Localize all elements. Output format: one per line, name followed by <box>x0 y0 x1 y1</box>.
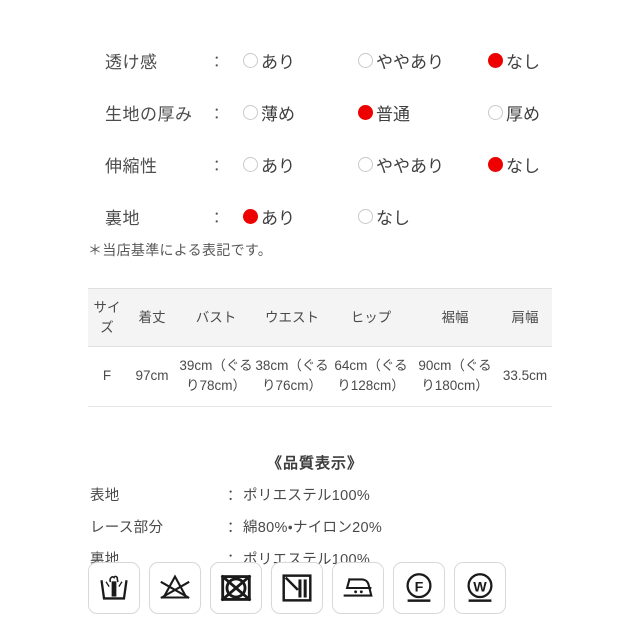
table-cell: 97cm <box>126 346 178 407</box>
table-header-row: サイズ 着丈 バスト ウエスト ヒップ 裾幅 肩幅 <box>88 287 552 348</box>
radio-option-stretch-2[interactable]: ややあり <box>358 152 488 177</box>
wetclean-w-mild-icon: W <box>454 562 506 614</box>
radio-option-label: ややあり <box>376 52 444 72</box>
radio-option-label: あり <box>261 52 295 72</box>
radio-option-sheerness-2[interactable]: ややあり <box>358 48 488 73</box>
column-header: バスト <box>178 287 254 348</box>
size-table-body: F 97cm 39cm（ぐるり78cm） 38cm（ぐるり76cm） 64cm（ぐるり1… <box>88 346 552 407</box>
radio-option-sheerness-3[interactable]: なし <box>488 48 608 73</box>
radio-option-thickness-2[interactable]: 普通 <box>358 100 488 125</box>
radio-option-label: 薄め <box>261 104 295 124</box>
radio-selected-icon <box>488 52 503 68</box>
quality-title: 《品質表示》 <box>266 455 363 472</box>
quality-value: 綿80%・ナイロン20% <box>243 520 383 536</box>
do-not-tumble-dry-icon <box>210 562 262 614</box>
standards-footnote: ＊当店基準による表記です。 <box>88 242 273 258</box>
size-table-head: サイズ 着丈 バスト ウエスト ヒップ 裾幅 肩幅 <box>88 287 552 348</box>
attribute-row-lining: 裏地 ： あり なし <box>0 190 640 242</box>
column-header: 裾幅 <box>412 287 498 348</box>
column-header: 着丈 <box>126 287 178 348</box>
radio-option-stretch-3[interactable]: なし <box>488 152 608 177</box>
radio-option-stretch-1[interactable]: あり <box>243 152 358 177</box>
hand-wash-icon <box>88 562 140 614</box>
radio-unselected-icon <box>358 156 373 172</box>
drip-dry-in-shade-icon <box>271 562 323 614</box>
quality-colon: ： <box>227 520 242 536</box>
radio-option-label: 普通 <box>376 104 410 124</box>
radio-option-label: あり <box>261 208 295 228</box>
radio-option-label: なし <box>506 156 540 176</box>
attribute-label: 伸縮性 <box>105 156 158 176</box>
table-cell: 38cm（ぐるり76cm） <box>254 346 330 407</box>
care-symbol-row: FW <box>88 562 506 614</box>
table-cell: F <box>88 346 126 407</box>
iron-medium-icon <box>332 562 384 614</box>
radio-selected-icon <box>358 104 373 120</box>
quality-row: レース部分 ：綿80%・ナイロン20% <box>0 516 640 537</box>
table-cell: 33.5cm <box>498 346 552 407</box>
radio-selected-icon <box>488 156 503 172</box>
radio-option-lining-1[interactable]: あり <box>243 204 358 229</box>
radio-option-label: なし <box>376 208 410 228</box>
table-cell: 64cm（ぐるり128cm） <box>330 346 412 407</box>
radio-unselected-icon <box>243 52 258 68</box>
radio-option-thickness-3[interactable]: 厚め <box>488 100 608 125</box>
radio-option-label: あり <box>261 156 295 176</box>
quality-row: 表地 ：ポリエステル100% <box>0 484 640 505</box>
radio-selected-icon <box>243 208 258 224</box>
radio-unselected-icon <box>243 104 258 120</box>
quality-section: 《品質表示》 表地：ポリエステル100% レース部分：綿80%・ナイロン20% 裏地… <box>0 452 640 569</box>
attribute-label: 生地の厚み <box>105 104 193 124</box>
attribute-row-sheerness: 透け感 ： あり ややあり なし <box>0 34 640 86</box>
table-cell: 39cm（ぐるり78cm） <box>178 346 254 407</box>
radio-unselected-icon <box>488 104 503 120</box>
radio-option-lining-2[interactable]: なし <box>358 204 488 229</box>
column-header: ヒップ <box>330 287 412 348</box>
quality-colon: ： <box>227 488 242 504</box>
radio-option-sheerness-1[interactable]: あり <box>243 48 358 73</box>
do-not-bleach-icon <box>149 562 201 614</box>
quality-label: レース部分 <box>90 520 164 536</box>
radio-unselected-icon <box>358 208 373 224</box>
attribute-row-stretch: 伸縮性 ： あり ややあり なし <box>0 138 640 190</box>
attribute-colon: ： <box>213 208 229 226</box>
radio-option-label: なし <box>506 52 540 72</box>
svg-text:F: F <box>415 579 424 595</box>
radio-option-label: ややあり <box>376 156 444 176</box>
size-table-container: サイズ 着丈 バスト ウエスト ヒップ 裾幅 肩幅 F 97cm 39cm（ぐるり78cm） 38… <box>88 287 552 407</box>
svg-text:W: W <box>473 579 487 595</box>
attribute-colon: ： <box>213 156 229 174</box>
radio-option-thickness-1[interactable]: 薄め <box>243 100 358 125</box>
attribute-list: 透け感：あり ややあり なし 生地の厚み：薄め 普通 厚め 伸縮性：あり ややあり なし 裏地：あ… <box>0 34 640 242</box>
attribute-colon: ： <box>213 52 229 70</box>
size-table: サイズ 着丈 バスト ウエスト ヒップ 裾幅 肩幅 F 97cm 39cm（ぐるり78cm） 38… <box>88 287 552 407</box>
radio-option-label: 厚め <box>506 104 540 124</box>
attribute-row-thickness: 生地の厚み ： 薄め 普通 厚め <box>0 86 640 138</box>
column-header: サイズ <box>88 287 126 348</box>
quality-value: ポリエステル100% <box>243 488 371 504</box>
quality-label: 表地 <box>90 488 120 504</box>
column-header: ウエスト <box>254 287 330 348</box>
dryclean-f-mild-icon: F <box>393 562 445 614</box>
attribute-label: 透け感 <box>105 52 158 72</box>
quality-row-list: 表地：ポリエステル100% レース部分：綿80%・ナイロン20% 裏地：ポリエステル… <box>0 484 640 569</box>
table-cell: 90cm（ぐるり180cm） <box>412 346 498 407</box>
radio-unselected-icon <box>243 156 258 172</box>
radio-unselected-icon <box>358 52 373 68</box>
table-row: F 97cm 39cm（ぐるり78cm） 38cm（ぐるり76cm） 64cm（ぐるり1… <box>88 346 552 407</box>
attribute-colon: ： <box>213 104 229 122</box>
attribute-label: 裏地 <box>105 208 140 228</box>
column-header: 肩幅 <box>498 287 552 348</box>
